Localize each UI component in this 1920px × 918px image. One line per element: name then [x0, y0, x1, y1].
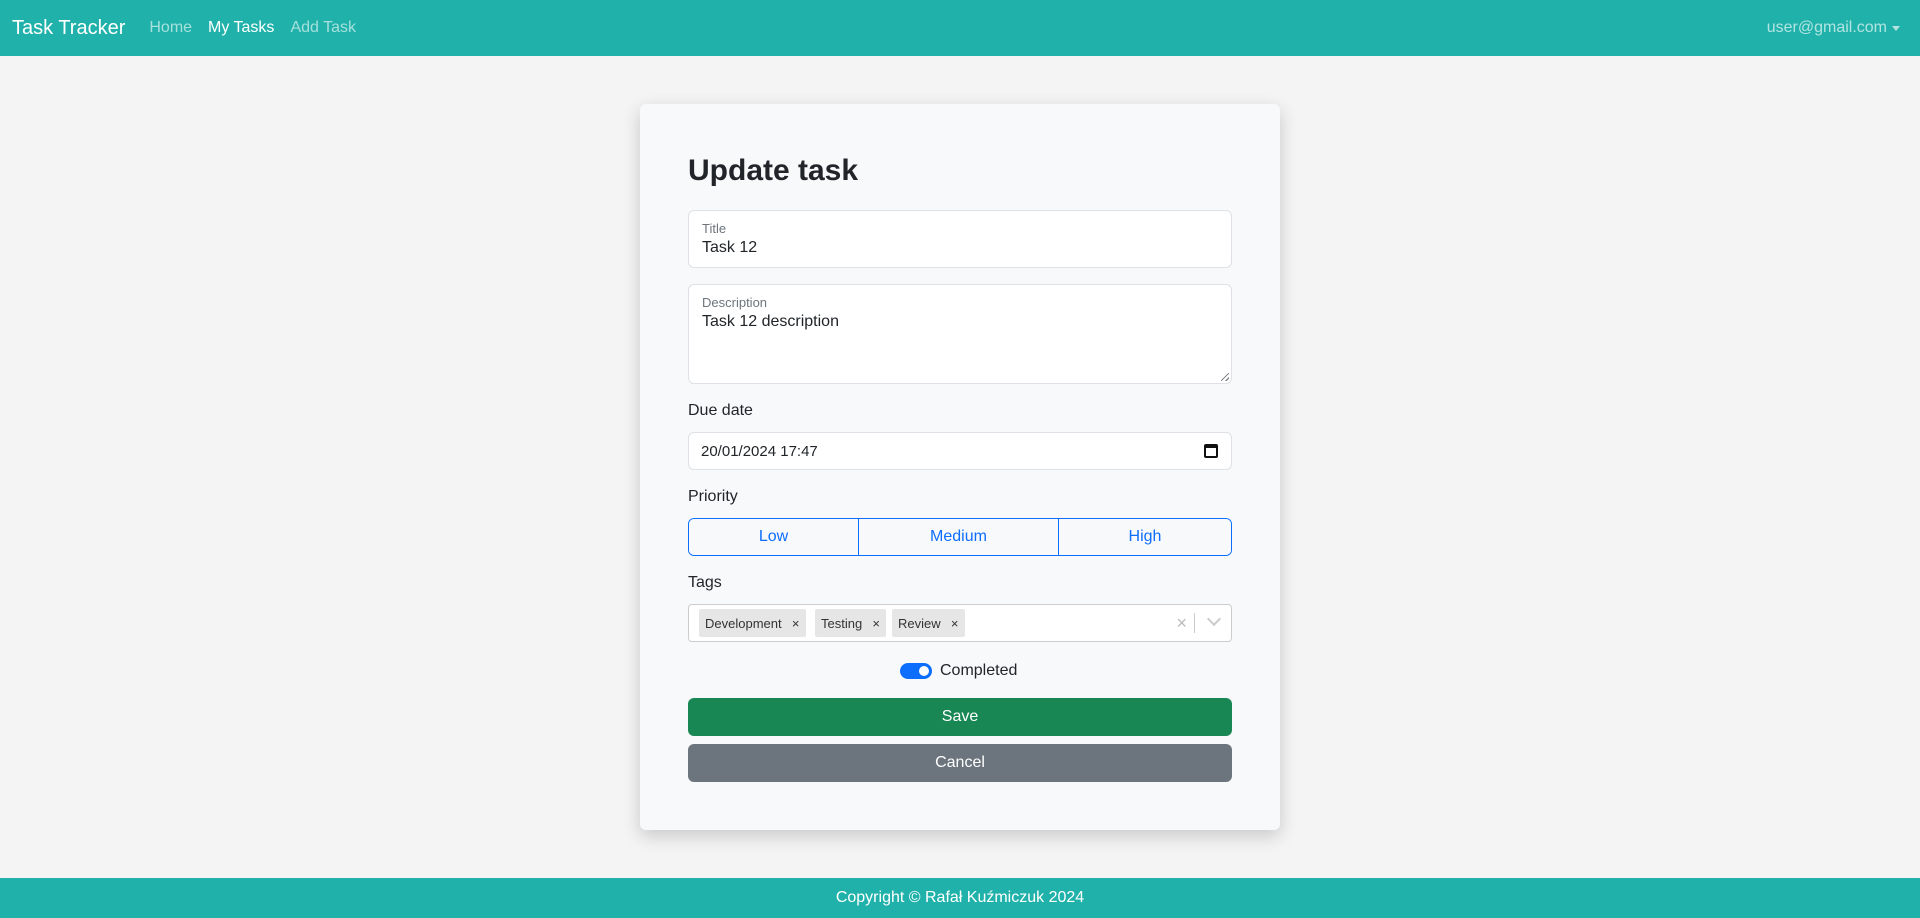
priority-label: Priority	[688, 488, 738, 505]
nav-link-add-task[interactable]: Add Task	[290, 19, 356, 37]
description-label: Description	[702, 295, 768, 310]
priority-medium-button[interactable]: Medium	[858, 519, 1058, 555]
nav-link-home[interactable]: Home	[149, 19, 192, 37]
completed-toggle[interactable]	[900, 663, 932, 679]
tag-chip-testing: Testing ×	[815, 609, 887, 637]
tags-label: Tags	[688, 574, 722, 591]
calendar-icon[interactable]	[1204, 444, 1218, 458]
user-email: user@gmail.com	[1766, 19, 1887, 36]
tags-multiselect[interactable]: Development × Testing × Review × ×	[688, 604, 1232, 642]
completed-label[interactable]: Completed	[940, 662, 1017, 680]
user-menu-dropdown[interactable]: user@gmail.com	[1767, 0, 1900, 56]
update-task-card: Update task Title Task 12 Description Ta…	[640, 104, 1280, 830]
copyright-text: Copyright © Rafał Kuźmiczuk 2024	[835, 889, 1085, 906]
tag-label: Development	[705, 615, 782, 631]
chevron-down-icon[interactable]	[1206, 611, 1222, 627]
priority-low-button[interactable]: Low	[689, 519, 858, 555]
due-date-input[interactable]: 20/01/2024 17:47	[688, 432, 1232, 470]
priority-button-group: Low Medium High	[688, 518, 1232, 556]
cancel-button[interactable]: Cancel	[688, 744, 1232, 782]
toggle-knob	[919, 666, 929, 676]
priority-high-button[interactable]: High	[1058, 519, 1231, 555]
clear-tags-icon[interactable]: ×	[1176, 613, 1187, 634]
tag-label: Testing	[821, 615, 863, 631]
page-title: Update task	[688, 154, 859, 187]
due-date-label: Due date	[688, 402, 753, 419]
resize-grip-icon[interactable]	[1221, 373, 1229, 381]
tag-label: Review	[898, 615, 941, 631]
tag-chip-development: Development ×	[699, 609, 806, 637]
navbar: Task Tracker Home My Tasks Add Task user…	[0, 0, 1920, 56]
tag-chip-review: Review ×	[892, 609, 965, 637]
title-label: Title	[702, 221, 727, 236]
tag-remove-icon[interactable]: ×	[945, 609, 965, 637]
completed-toggle-row: Completed	[900, 661, 1017, 681]
brand-link[interactable]: Task Tracker	[12, 17, 125, 40]
title-input-value: Task 12	[702, 239, 758, 256]
divider	[1194, 613, 1195, 633]
save-button[interactable]: Save	[688, 698, 1232, 736]
nav-link-my-tasks[interactable]: My Tasks	[208, 19, 274, 37]
footer: Copyright © Rafał Kuźmiczuk 2024	[0, 878, 1920, 918]
tag-remove-icon[interactable]: ×	[786, 609, 806, 637]
due-date-value: 20/01/2024 17:47	[701, 443, 818, 460]
tag-remove-icon[interactable]: ×	[866, 609, 886, 637]
description-input-value: Task 12 description	[702, 313, 839, 330]
caret-down-icon	[1892, 25, 1900, 31]
title-field[interactable]: Title Task 12	[688, 210, 1232, 268]
description-field[interactable]: Description Task 12 description	[688, 284, 1232, 384]
